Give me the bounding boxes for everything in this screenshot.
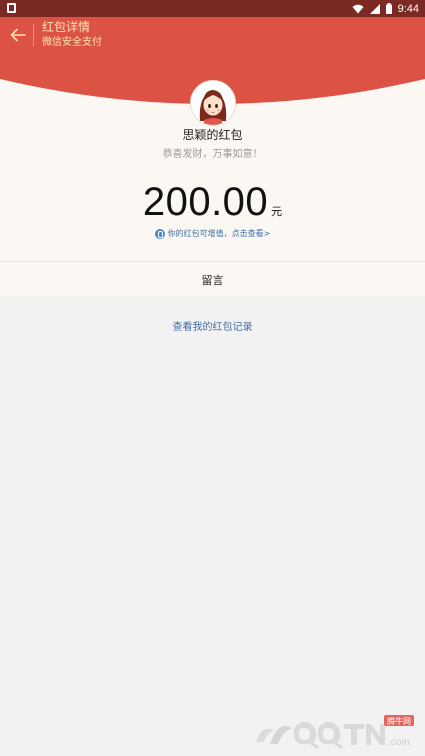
- arrow-left-icon: [10, 28, 26, 42]
- watermark-logo: 腾牛网 .com: [252, 712, 417, 752]
- signal-icon: [369, 3, 380, 14]
- back-button[interactable]: [8, 25, 28, 45]
- amount-row: 200.00 元: [0, 180, 425, 225]
- avatar[interactable]: [190, 80, 236, 126]
- avatar-illustration: [191, 81, 235, 125]
- page-title: 红包详情: [42, 20, 91, 34]
- message-button[interactable]: 留言: [0, 272, 425, 288]
- wallet-icon: [154, 228, 165, 239]
- promo-label: 你的红包可增值，点击查看>: [167, 229, 271, 238]
- sender-name: 思颖的红包: [182, 128, 243, 142]
- amount-unit: 元: [271, 205, 283, 218]
- wifi-icon: [352, 4, 364, 14]
- watermark-brand-small: 腾牛网: [387, 716, 411, 726]
- promo-link[interactable]: 你的红包可增值，点击查看>: [0, 228, 425, 239]
- status-indicators: 9:44: [352, 1, 419, 16]
- watermark-suffix: .com: [388, 737, 410, 748]
- status-time: 9:44: [397, 2, 419, 15]
- greeting-text: 恭喜发财，万事如意！: [162, 149, 263, 160]
- section-divider: [0, 261, 425, 262]
- page-subtitle: 微信安全支付: [42, 37, 102, 48]
- status-bar: 9:44: [0, 0, 425, 17]
- amount-value: 200.00: [142, 180, 269, 224]
- red-packet-detail-screen: 9:44 红包详情 微信安全支付 思颖的红包 恭喜发财，万事如意！ 200.00…: [0, 0, 425, 756]
- header-divider: [33, 24, 34, 46]
- notification-icon: [7, 3, 16, 13]
- battery-icon: [385, 3, 392, 14]
- view-records-link[interactable]: 查看我的红包记录: [0, 318, 425, 333]
